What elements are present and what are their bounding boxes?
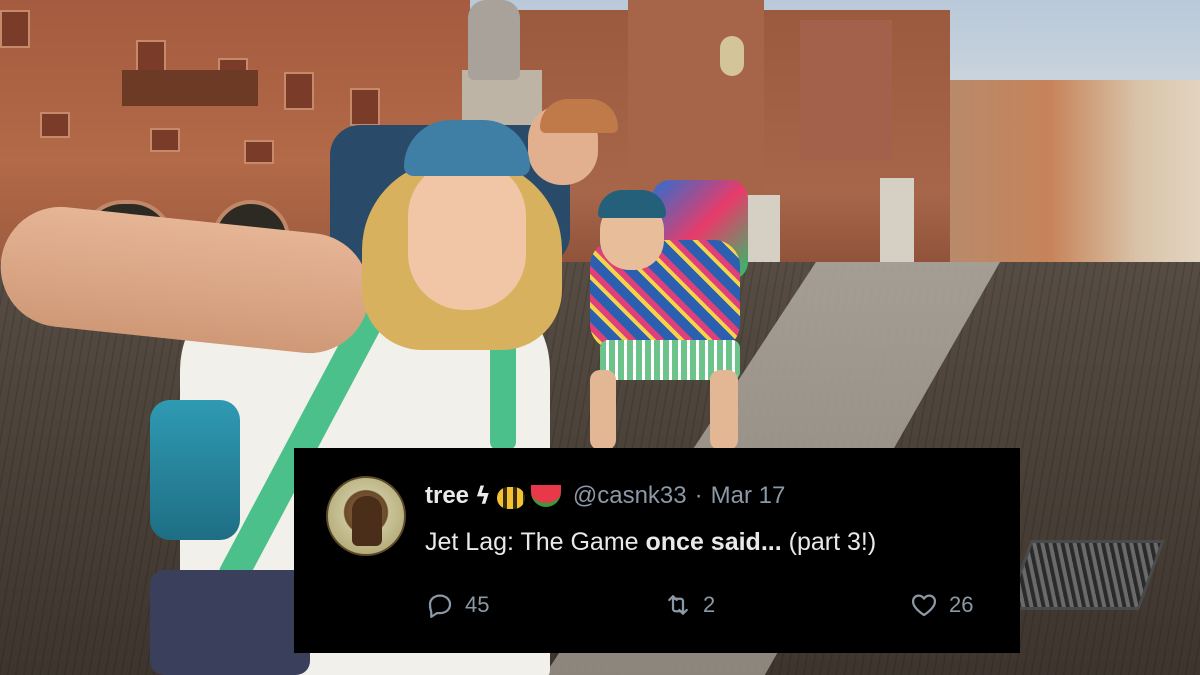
like-count: 26 — [949, 592, 974, 617]
drain-grate — [1005, 540, 1165, 610]
reply-icon — [428, 594, 452, 618]
street-buildings — [950, 80, 1200, 270]
avatar[interactable] — [326, 476, 406, 556]
balcony — [122, 70, 258, 106]
clock-face — [720, 36, 744, 76]
separator: · — [694, 482, 703, 509]
tweet-date[interactable]: Mar 17 — [711, 482, 786, 510]
castle-tower — [800, 20, 892, 160]
retweet-button[interactable]: 2 — [663, 588, 715, 622]
retweet-icon — [668, 595, 688, 615]
retweet-count: 2 — [703, 592, 716, 617]
display-name[interactable]: tree — [425, 482, 469, 510]
lightning-icon: ϟ — [475, 482, 491, 510]
like-button[interactable]: 26 — [909, 588, 973, 622]
reply-count: 45 — [465, 592, 490, 617]
statue — [468, 0, 520, 80]
tweet-text-bold: once said... — [645, 528, 782, 556]
person-crouching — [560, 180, 780, 450]
user-handle[interactable]: @casnk33 — [573, 482, 687, 510]
tweet-header: tree ϟ @casnk33 · Mar 17 — [425, 481, 785, 511]
window — [284, 72, 314, 110]
window — [0, 10, 30, 48]
reply-button[interactable]: 45 — [425, 588, 489, 622]
tweet-actions: 45 2 26 — [425, 588, 995, 622]
tweet-text: Jet Lag: The Game once said... (part 3!) — [425, 528, 876, 557]
watermelon-icon — [530, 485, 561, 507]
gate-pillar — [880, 178, 914, 274]
tweet-text-suffix: (part 3!) — [781, 528, 877, 556]
clock-tower — [628, 0, 764, 200]
tweet-card[interactable]: tree ϟ @casnk33 · Mar 17 Jet Lag: The Ga… — [294, 448, 1020, 653]
tweet-text-plain: Jet Lag: The Game — [425, 528, 646, 556]
heart-icon — [911, 594, 937, 617]
bee-icon — [496, 487, 525, 509]
